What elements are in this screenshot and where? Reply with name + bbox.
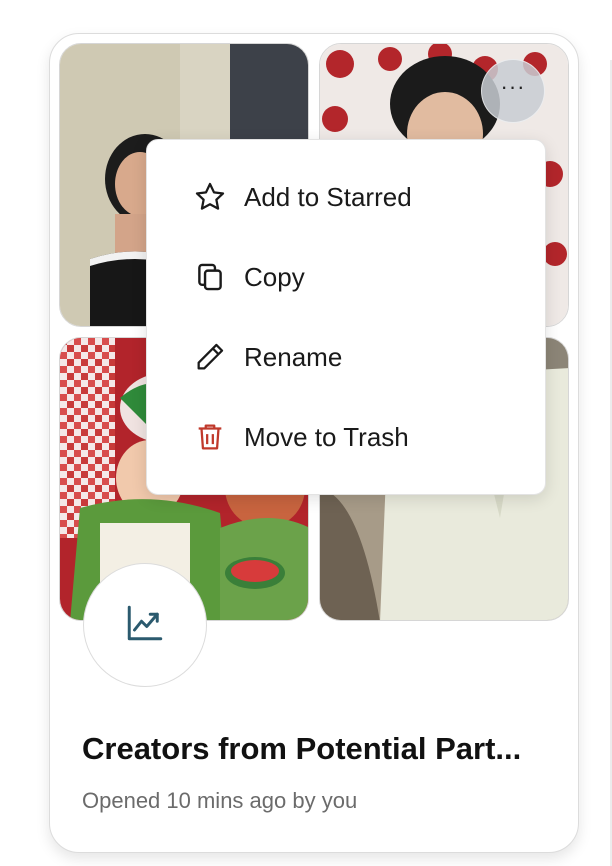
copy-icon xyxy=(193,260,227,294)
context-menu: Add to Starred Copy Rename Move to Trash xyxy=(146,139,546,495)
trash-icon xyxy=(193,420,227,454)
menu-item-add-to-starred[interactable]: Add to Starred xyxy=(147,157,545,237)
board-type-badge xyxy=(83,563,207,687)
menu-item-label: Copy xyxy=(244,261,305,292)
board-title[interactable]: Creators from Potential Part... xyxy=(82,731,521,767)
menu-item-move-to-trash[interactable]: Move to Trash xyxy=(147,397,545,477)
ellipsis-icon: ··· xyxy=(500,74,526,99)
more-options-button[interactable]: ··· xyxy=(481,59,545,123)
pencil-icon xyxy=(193,340,227,374)
line-chart-icon xyxy=(124,602,166,649)
menu-item-copy[interactable]: Copy xyxy=(147,237,545,317)
star-icon xyxy=(193,180,227,214)
board-last-opened: Opened 10 mins ago by you xyxy=(82,788,358,813)
menu-item-label: Rename xyxy=(244,341,343,372)
menu-item-rename[interactable]: Rename xyxy=(147,317,545,397)
menu-item-label: Add to Starred xyxy=(244,181,412,212)
menu-item-label: Move to Trash xyxy=(244,421,409,452)
